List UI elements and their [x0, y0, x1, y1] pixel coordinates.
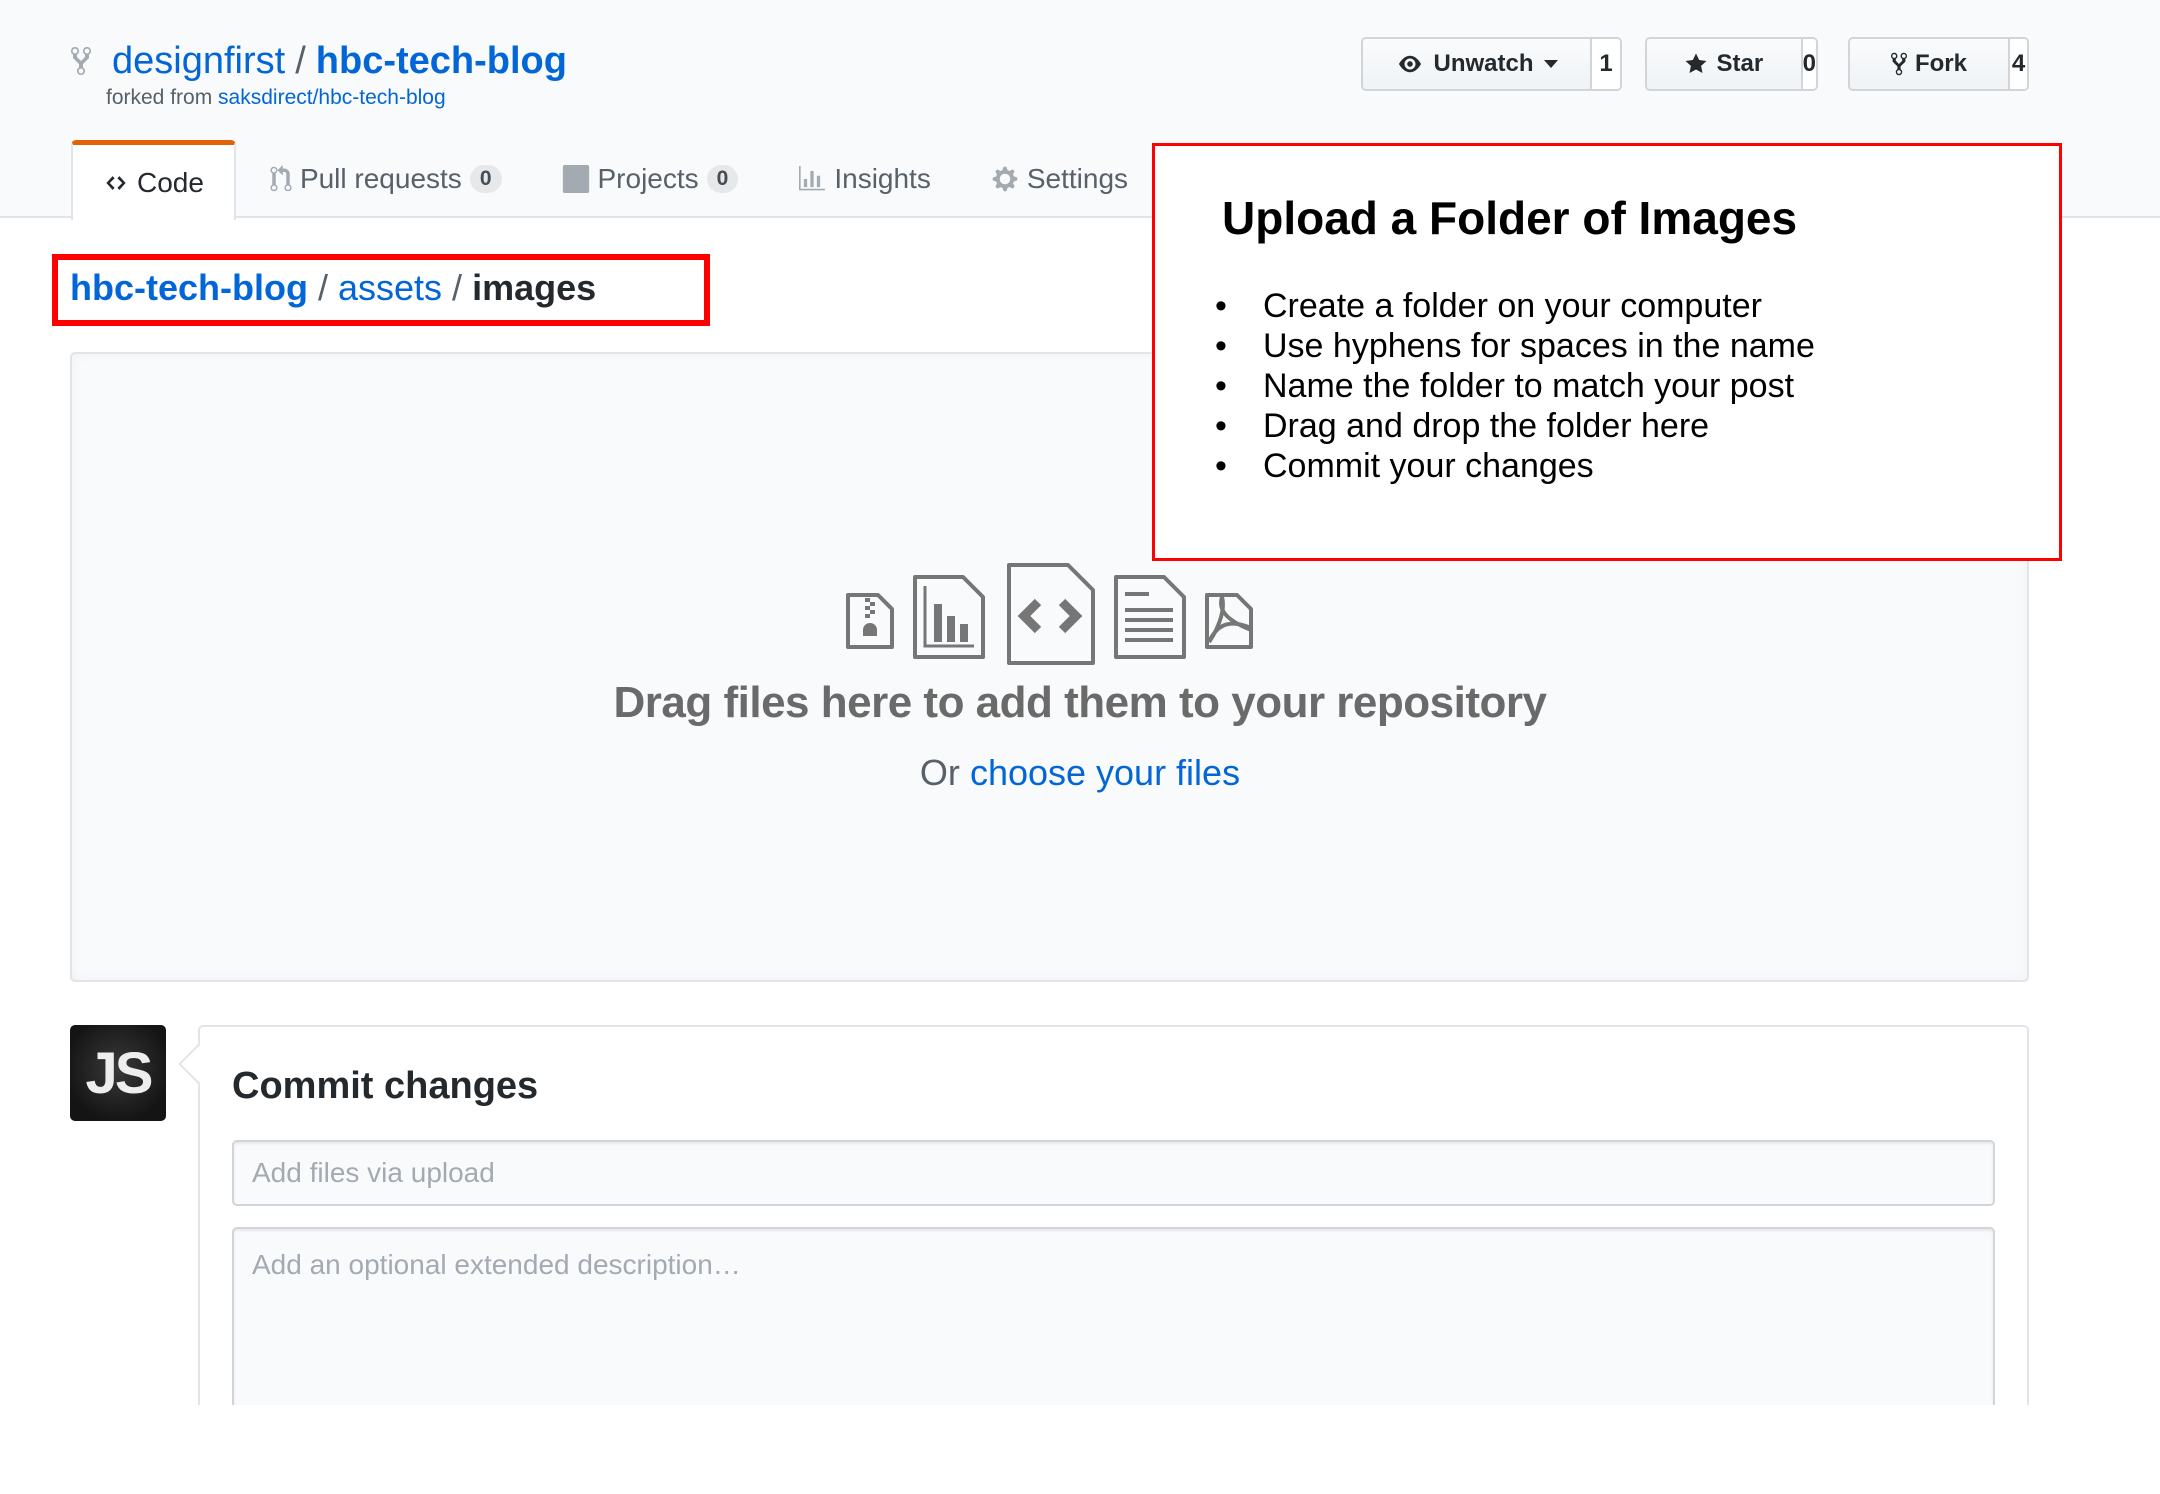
file-text-icon — [1114, 575, 1186, 659]
breadcrumb-assets-link[interactable]: assets — [338, 267, 442, 308]
star-label: Star — [1716, 50, 1764, 77]
watchers-count[interactable]: 1 — [1592, 39, 1620, 89]
repo-title: designfirst / hbc-tech-blog — [70, 38, 567, 84]
file-chart-icon — [913, 575, 985, 659]
file-zip-icon — [846, 593, 894, 649]
pull-requests-counter: 0 — [469, 165, 502, 193]
breadcrumb-separator: / — [317, 267, 328, 308]
repo-forked-icon — [71, 46, 91, 76]
repo-forked-icon — [1890, 51, 1907, 77]
tab-insights-label: Insights — [834, 163, 931, 194]
tab-settings[interactable]: Settings — [961, 140, 1158, 218]
project-icon — [562, 165, 590, 193]
callout-title: Upload a Folder of Images — [1222, 192, 1798, 244]
tab-pull-requests[interactable]: Pull requests 0 — [236, 140, 532, 218]
tab-projects[interactable]: Projects 0 — [532, 140, 769, 218]
repo-nav-tabs: Code Pull requests 0 Projects 0 Insights… — [71, 140, 1158, 220]
breadcrumb-current: images — [472, 267, 597, 308]
tab-insights[interactable]: Insights — [768, 140, 961, 218]
tab-projects-label: Projects — [597, 163, 699, 194]
callout-item: • Use hyphens for spaces in the name — [1215, 327, 1815, 365]
git-pull-request-icon — [270, 165, 292, 193]
file-type-icons — [845, 552, 1255, 665]
callout-list: • Create a folder on your computer • Use h… — [1215, 286, 1815, 486]
eye-icon — [1395, 53, 1425, 75]
user-avatar[interactable]: JS — [70, 1025, 166, 1121]
tab-settings-label: Settings — [1026, 163, 1129, 194]
callout-item: • Create a folder on your computer — [1215, 287, 1762, 325]
code-icon — [103, 172, 129, 194]
star-icon — [1684, 52, 1708, 76]
drop-zone-subtitle: Or choose your files — [0, 752, 2160, 794]
tab-pull-requests-label: Pull requests — [299, 163, 462, 194]
repo-title-separator: / — [295, 40, 306, 82]
commit-heading: Commit changes — [232, 1065, 539, 1107]
drop-zone-or: Or — [919, 752, 960, 793]
chevron-down-icon — [1543, 60, 1558, 68]
gear-icon — [991, 165, 1019, 193]
instruction-callout: Upload a Folder of Images • Create a fold… — [1152, 143, 2062, 561]
breadcrumb: hbc-tech-blog / assets / images — [70, 264, 596, 312]
commit-summary-input[interactable] — [232, 1140, 1995, 1206]
forked-from-link[interactable]: saksdirect/hbc-tech-blog — [218, 86, 446, 109]
unwatch-label: Unwatch — [1433, 50, 1534, 77]
stargazers-count[interactable]: 0 — [1802, 39, 1816, 89]
tab-code[interactable]: Code — [71, 140, 236, 220]
forked-from: forked from saksdirect/hbc-tech-blog — [106, 86, 446, 110]
repo-owner-link[interactable]: designfirst — [112, 38, 285, 84]
file-pdf-icon — [1205, 593, 1253, 649]
callout-item: • Name the folder to match your post — [1215, 367, 1795, 405]
unwatch-button[interactable]: Unwatch — [1363, 39, 1592, 89]
fork-button-group: Fork 4 — [1848, 37, 2029, 91]
drop-zone-title: Drag files here to add them to your repo… — [613, 678, 1547, 727]
fork-button[interactable]: Fork — [1850, 39, 2010, 89]
forks-count[interactable]: 4 — [2010, 39, 2027, 89]
callout-item: • Drag and drop the folder here — [1215, 407, 1710, 445]
breadcrumb-separator: / — [452, 267, 463, 308]
projects-counter: 0 — [706, 165, 739, 193]
page-bottom — [0, 1405, 2160, 1494]
fork-label: Fork — [1914, 50, 1967, 77]
graph-icon — [798, 166, 826, 192]
forked-from-prefix: forked from — [106, 86, 213, 109]
choose-files-link[interactable]: choose your files — [970, 752, 1240, 793]
watch-button-group: Unwatch 1 — [1361, 37, 1622, 91]
tab-code-label: Code — [137, 166, 204, 198]
star-button[interactable]: Star — [1647, 39, 1803, 89]
file-code-icon — [1007, 563, 1095, 665]
repo-name-link[interactable]: hbc-tech-blog — [316, 38, 567, 84]
breadcrumb-root-link[interactable]: hbc-tech-blog — [70, 267, 308, 308]
star-button-group: Star 0 — [1645, 37, 1818, 91]
callout-item: • Commit your changes — [1215, 447, 1594, 485]
